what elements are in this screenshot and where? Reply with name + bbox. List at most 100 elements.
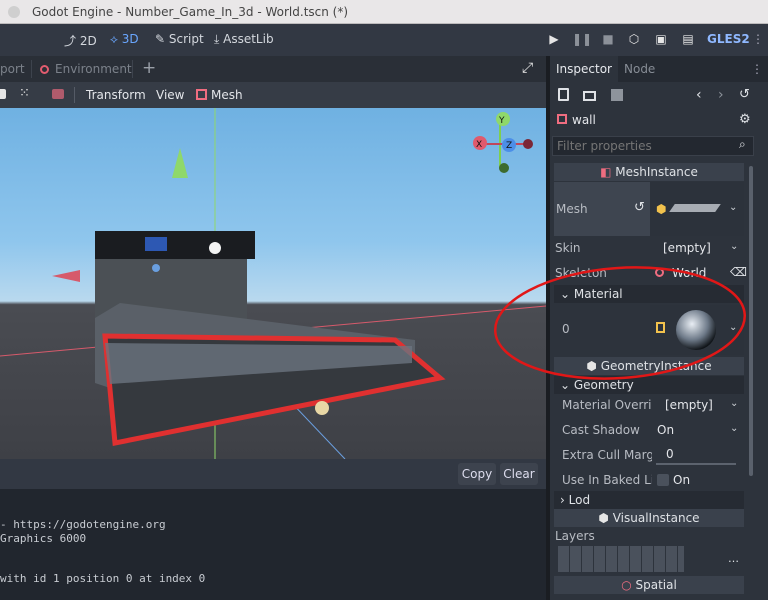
- menu-dots-icon[interactable]: ⋮: [750, 32, 766, 48]
- copy-button[interactable]: Copy: [458, 463, 496, 485]
- new-resource-icon[interactable]: [558, 88, 569, 101]
- mesh-menu[interactable]: Mesh: [211, 88, 243, 102]
- spatial-material-icon: [656, 322, 665, 333]
- use-in-baked-light-checkbox[interactable]: [657, 474, 669, 486]
- chevron-down-icon[interactable]: ⌄: [730, 398, 738, 409]
- object-history-icon[interactable]: ↺: [739, 87, 750, 102]
- transform-menu[interactable]: Transform: [86, 88, 146, 102]
- scene-render: Y X Z: [0, 108, 546, 459]
- clear-icon[interactable]: ⌫: [730, 265, 747, 279]
- geometry-instance-icon: ⬢: [586, 359, 601, 373]
- property-layers-label: Layers: [555, 529, 595, 543]
- svg-text:Y: Y: [498, 116, 505, 126]
- mesh-resource-picker[interactable]: ⬢ ⌄: [650, 182, 744, 236]
- section-geometry-label: Geometry: [573, 378, 634, 392]
- workspace-assetlib-label: AssetLib: [223, 32, 274, 46]
- dock-menu-icon[interactable]: ⋮: [751, 62, 763, 76]
- renderer-selector[interactable]: GLES2: [707, 32, 750, 46]
- close-window-button[interactable]: [8, 6, 20, 18]
- section-meshinstance-label: MeshInstance: [615, 165, 698, 179]
- property-skin-value[interactable]: [empty]: [663, 241, 711, 255]
- section-spatial-label: Spatial: [635, 578, 677, 592]
- chevron-down-icon[interactable]: ⌄: [730, 423, 738, 434]
- view-menu[interactable]: View: [156, 88, 184, 102]
- layers-grid[interactable]: [558, 546, 684, 572]
- search-icon: ⌕: [739, 137, 746, 151]
- svg-text:Z: Z: [506, 141, 512, 151]
- pause-icon[interactable]: ❚❚: [572, 32, 592, 48]
- tab-separator: [31, 60, 32, 78]
- chevron-down-icon[interactable]: ⌄: [729, 202, 737, 213]
- mesh-instance-icon: [557, 114, 567, 124]
- play-custom-scene-icon[interactable]: ▤: [680, 32, 696, 48]
- clear-button[interactable]: Clear: [500, 463, 538, 485]
- section-geometry[interactable]: ⌄ Geometry: [554, 376, 744, 394]
- workspace-script-button[interactable]: ✎ Script: [155, 32, 204, 46]
- neg-x-gizmo-ball: [523, 139, 533, 149]
- environment-icon: [40, 65, 49, 74]
- section-material[interactable]: ⌄ Material: [554, 285, 744, 303]
- mesh-instance-icon: [196, 89, 207, 100]
- chevron-down-icon[interactable]: ⌄: [730, 241, 738, 252]
- tab-environment[interactable]: Environment: [55, 62, 132, 76]
- chevron-down-icon: ⌄: [560, 287, 574, 301]
- viewport-toolbar: ⁙ Transform View Mesh: [0, 82, 546, 108]
- tab-separator: [132, 60, 133, 78]
- chevron-down-icon[interactable]: ⌄: [729, 322, 737, 333]
- workspace-script-label: Script: [168, 32, 204, 46]
- property-material-override-label: Material Overri: [562, 398, 652, 412]
- history-back-icon[interactable]: ‹: [696, 87, 702, 103]
- node-name: wall: [572, 113, 596, 127]
- filter-properties-input[interactable]: [552, 136, 754, 156]
- save-resource-icon[interactable]: [611, 89, 623, 101]
- open-resource-icon[interactable]: [583, 91, 596, 101]
- distraction-free-icon[interactable]: ⤢: [522, 60, 533, 76]
- workspace-2d-label: 2D: [79, 34, 97, 48]
- play-scene-icon[interactable]: ▣: [653, 32, 669, 48]
- node-settings-icon[interactable]: ⚙: [739, 112, 751, 127]
- section-lod[interactable]: › Lod: [554, 491, 744, 509]
- section-lod-label: Lod: [568, 493, 591, 507]
- history-forward-icon[interactable]: ›: [718, 87, 724, 103]
- select-icon[interactable]: [0, 89, 6, 99]
- workspace-2d-button[interactable]: ⤴ 2D: [64, 32, 97, 49]
- tab-inspector[interactable]: Inspector: [550, 56, 618, 82]
- revert-icon[interactable]: ↺: [634, 200, 645, 215]
- property-material-override-value[interactable]: [empty]: [665, 398, 713, 412]
- tab-node[interactable]: Node: [618, 56, 661, 82]
- section-meshinstance: ◧ MeshInstance: [554, 163, 744, 181]
- snap-icon[interactable]: ⁙: [19, 86, 30, 101]
- workspace-assetlib-button[interactable]: ⤓ AssetLib: [214, 32, 274, 47]
- material-resource-picker[interactable]: ⌄: [650, 305, 744, 355]
- inspector-scrollbar[interactable]: [749, 166, 753, 476]
- toolbar-separator: [74, 87, 75, 103]
- property-use-in-baked-light-value: On: [673, 473, 691, 487]
- property-cast-shadow-label: Cast Shadow: [562, 423, 640, 437]
- play-html5-icon[interactable]: ⬡: [626, 32, 642, 48]
- window-titlebar: Godot Engine - Number_Game_In_3d - World…: [0, 0, 768, 24]
- add-tab-icon[interactable]: +: [142, 58, 156, 78]
- y-gizmo-arrow: [172, 148, 188, 178]
- chevron-right-icon: ›: [560, 493, 569, 507]
- property-cast-shadow-value[interactable]: On: [657, 423, 674, 437]
- 3d-viewport[interactable]: Y X Z: [0, 108, 546, 459]
- x-gizmo-arrow: [52, 270, 80, 282]
- layers-menu-icon[interactable]: …: [728, 552, 739, 565]
- camera-lock-icon[interactable]: [52, 89, 64, 99]
- property-material-0-label: 0: [562, 322, 570, 336]
- play-icon[interactable]: ▶: [546, 32, 562, 48]
- property-use-in-baked-light-label: Use In Baked Li: [562, 473, 652, 487]
- extra-cull-margin-slider[interactable]: [656, 463, 736, 465]
- tab-viewport[interactable]: port: [0, 62, 25, 76]
- inspector-tabs: Inspector Node ⋮: [550, 56, 768, 82]
- camera-icon: [315, 401, 329, 415]
- neg-y-gizmo-ball: [499, 163, 509, 173]
- property-skeleton-value[interactable]: World: [672, 266, 706, 280]
- section-spatial: ○ Spatial: [554, 576, 744, 594]
- property-extra-cull-margin-value[interactable]: 0: [666, 447, 674, 461]
- section-geometryinstance: ⬢ GeometryInstance: [554, 357, 744, 375]
- workspace-3d-button[interactable]: ⟡ 3D: [110, 32, 139, 47]
- stop-icon[interactable]: ■: [600, 32, 616, 48]
- material-preview-sphere: [676, 310, 716, 350]
- output-toolbar: Copy Clear: [0, 459, 546, 489]
